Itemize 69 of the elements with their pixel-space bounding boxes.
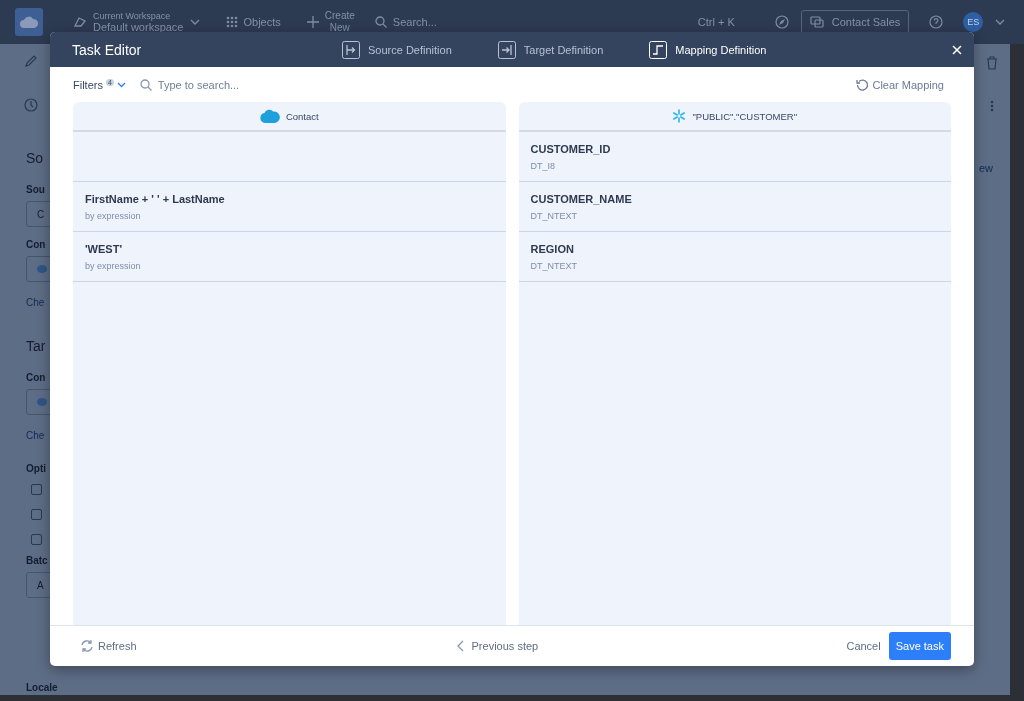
save-task-button[interactable]: Save task [888, 632, 951, 660]
trash-icon[interactable] [986, 56, 998, 70]
checkbox[interactable] [31, 534, 42, 545]
chat-icon [809, 16, 824, 28]
column-type: DT_NTEXT [530, 210, 578, 221]
view-link[interactable]: ew [978, 162, 994, 174]
reset-icon [856, 78, 869, 91]
objects-menu[interactable]: Objects [243, 16, 281, 28]
connector-icon [37, 265, 47, 273]
workspace-name[interactable]: Default workspace [93, 21, 184, 33]
field-name: 'WEST' [85, 242, 123, 255]
panel-title: Contact [285, 110, 319, 122]
cancel-button[interactable]: Cancel [846, 640, 881, 652]
snowflake-icon [672, 109, 687, 123]
panel-title: "PUBLIC"."CUSTOMER" [692, 110, 798, 122]
cloud-icon [259, 109, 280, 123]
chevron-left-icon [456, 640, 464, 652]
column-type: DT_NTEXT [530, 260, 578, 271]
compass-icon[interactable] [774, 15, 789, 29]
step-tab[interactable]: Target Definition [497, 40, 604, 59]
field-label: Locale [26, 682, 58, 693]
step-tab[interactable]: Source Definition [342, 40, 452, 59]
more-icon[interactable] [990, 100, 994, 112]
user-avatar[interactable]: ES [963, 12, 984, 32]
clear-mapping-button[interactable]: Clear Mapping [856, 78, 944, 91]
search-icon [139, 78, 152, 91]
search-icon[interactable] [374, 16, 387, 28]
field-label: Con [26, 372, 47, 383]
grid-icon[interactable] [225, 16, 238, 28]
step-icon [649, 40, 668, 59]
clock-icon[interactable] [24, 98, 38, 112]
column-name: CUSTOMER_NAME [530, 192, 633, 205]
plus-icon[interactable] [306, 16, 319, 28]
step-icon [497, 40, 516, 59]
column-name: REGION [530, 242, 575, 255]
previous-step-button[interactable]: Previous step [456, 640, 539, 652]
field-label: Opti [26, 463, 47, 474]
create-new-menu[interactable]: Create New [324, 10, 355, 34]
column-name: CUSTOMER_ID [530, 142, 612, 155]
step-icon [342, 40, 360, 59]
cloud-logo[interactable] [15, 8, 43, 36]
section-heading: So [26, 150, 45, 166]
check-link[interactable]: Che [26, 430, 50, 441]
workspace-label: Current Workspace [93, 11, 172, 21]
section-heading: Tar [26, 338, 47, 354]
help-icon[interactable] [929, 15, 944, 29]
field-label: Con [26, 239, 47, 250]
field-name: FirstName + ' ' + LastName [85, 192, 226, 205]
field-source: by expression [85, 260, 142, 271]
field-label: Sou [26, 184, 46, 195]
close-icon[interactable] [952, 44, 962, 55]
connector-icon [37, 398, 47, 406]
field-source: by expression [85, 210, 142, 221]
checkbox[interactable] [31, 509, 42, 520]
search-field[interactable]: Search... [392, 16, 503, 28]
caret-icon[interactable] [995, 19, 1006, 25]
field-label: Batc [26, 555, 49, 566]
pencil-icon[interactable] [24, 54, 38, 68]
refresh-button[interactable]: Refresh [80, 640, 137, 652]
workspace-icon[interactable] [73, 15, 87, 29]
chevron-down-icon [116, 81, 126, 88]
checkbox[interactable] [31, 484, 42, 495]
check-link[interactable]: Che [26, 297, 50, 308]
shortcut-hint: Ctrl + K [697, 16, 735, 28]
step-tab[interactable]: Mapping Definition [649, 40, 767, 59]
refresh-icon [80, 640, 94, 652]
caret-icon[interactable] [189, 19, 200, 25]
column-type: DT_I8 [530, 160, 556, 171]
dialog-title: Task Editor [72, 41, 143, 58]
